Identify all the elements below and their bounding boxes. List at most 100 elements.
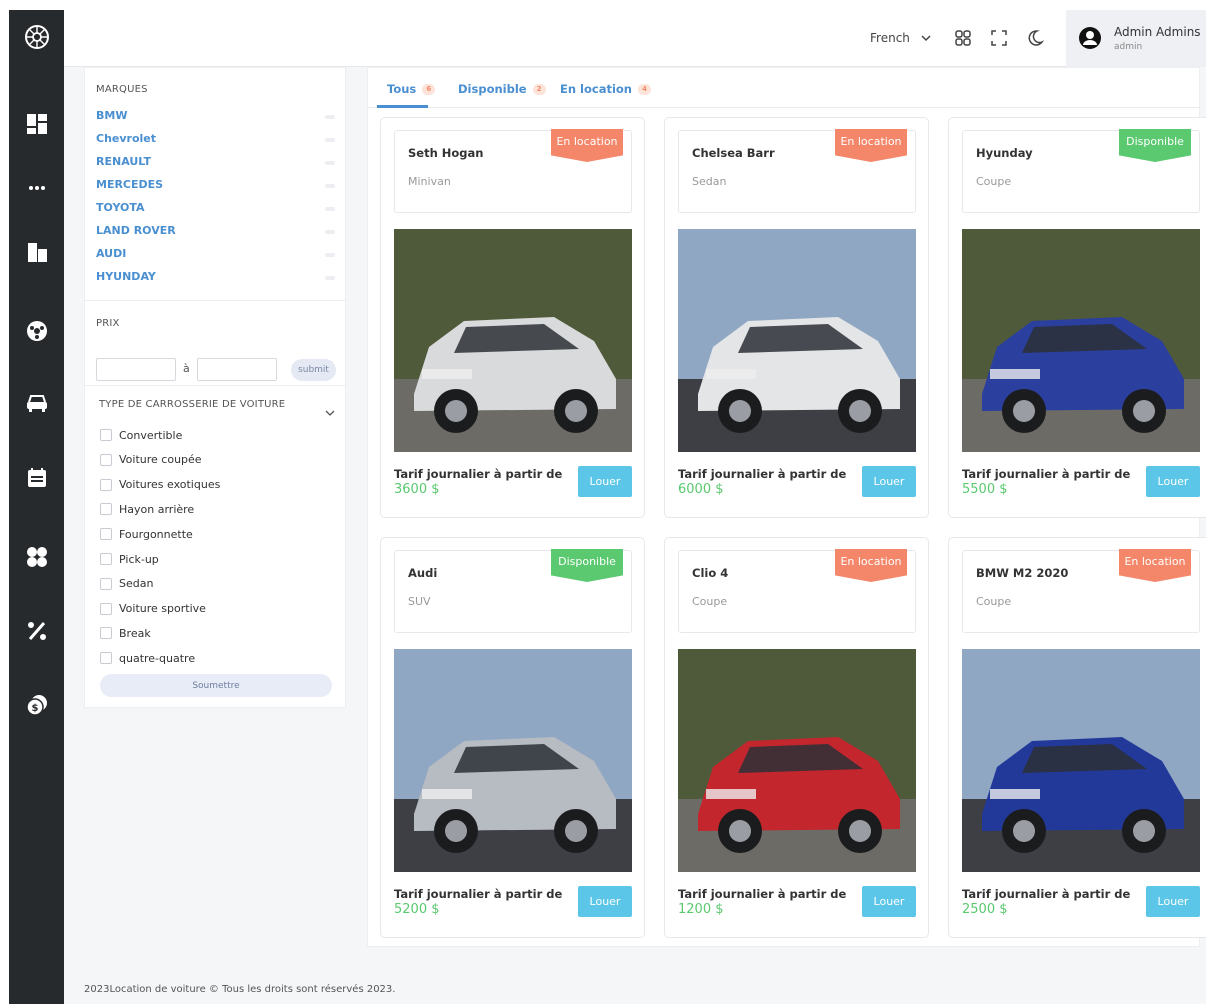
percent-icon[interactable] [24, 618, 50, 644]
price-title: PRIX [96, 318, 120, 329]
vehicle-price: 2500 $ [962, 902, 1008, 917]
filter-panel: MARQUES BMW Chevrolet RENAULT MERCEDES TOYOT… [84, 67, 347, 708]
divider [85, 385, 347, 386]
vehicle-type: SUV [408, 595, 431, 608]
vehicle-name: Hyunday [976, 146, 1033, 160]
user-menu[interactable]: Admin Admins admin [1066, 10, 1206, 67]
vehicle-image [394, 649, 632, 872]
brand-link[interactable]: TOYOTA [96, 201, 145, 214]
checkbox[interactable] [100, 553, 112, 565]
louer-button[interactable]: Louer [1146, 886, 1200, 917]
vehicle-card: Hyunday Coupe Disponible Tarif journalier à… [948, 117, 1206, 518]
vehicle-image [394, 229, 632, 452]
brand-link[interactable]: AUDI [96, 247, 126, 260]
checkbox[interactable] [100, 503, 112, 516]
more-icon[interactable] [24, 175, 50, 201]
vehicle-card-header: Audi SUV Disponible [394, 549, 632, 633]
status-ribbon: Disponible [1119, 129, 1191, 162]
body-type-option[interactable]: Convertible [100, 428, 182, 442]
checkbox-label: Pick-up [119, 552, 159, 566]
checkbox-label: Convertible [119, 428, 183, 442]
body-type-option[interactable]: quatre-quatre [100, 651, 195, 665]
chevron-down-icon[interactable] [325, 408, 335, 418]
vehicle-type: Coupe [976, 595, 1012, 608]
body-type-option[interactable]: Break [100, 626, 151, 640]
tab-disponible[interactable]: Disponible 2 [458, 78, 546, 100]
body-type-option[interactable]: Fourgonnette [100, 527, 193, 541]
louer-button[interactable]: Louer [862, 886, 916, 917]
brand-count-badge [325, 161, 335, 165]
tab-count-badge: 4 [638, 83, 651, 95]
vehicle-card: Audi SUV Disponible Tarif journalier à part… [380, 537, 645, 938]
checkbox-label: quatre-quatre [119, 651, 196, 665]
brand-link[interactable]: RENAULT [96, 155, 151, 168]
checkbox[interactable] [100, 627, 112, 640]
chevron-down-icon[interactable] [920, 32, 932, 44]
checkbox[interactable] [100, 453, 112, 466]
body-type-title[interactable]: TYPE DE CARROSSERIE DE VOITURE [99, 399, 285, 410]
coins-icon[interactable]: $ [24, 692, 50, 718]
checkbox[interactable] [100, 478, 112, 491]
sidebar: $ [9, 10, 64, 1004]
tab-tous[interactable]: Tous 6 [387, 78, 436, 100]
checkbox[interactable] [100, 528, 112, 541]
checkbox[interactable] [100, 577, 112, 590]
tab-en-location[interactable]: En location 4 [560, 78, 651, 100]
svg-text:$: $ [32, 703, 39, 714]
vehicle-price: 1200 $ [678, 902, 724, 917]
tab-count-badge: 2 [532, 83, 546, 95]
vehicle-name: Audi [408, 566, 438, 580]
tarif-label: Tarif journalier à partir de [394, 887, 563, 901]
vehicle-name: Chelsea Barr [692, 146, 775, 160]
vehicle-image [962, 649, 1200, 872]
checkbox-label: Fourgonnette [119, 527, 193, 541]
status-ribbon: En location [835, 549, 907, 582]
brand-link[interactable]: MERCEDES [96, 178, 163, 191]
louer-button[interactable]: Louer [578, 466, 632, 497]
buildings-icon[interactable] [24, 239, 50, 265]
body-type-option[interactable]: Voitures exotiques [100, 478, 220, 492]
moon-icon[interactable] [1026, 29, 1044, 47]
status-tabs: Tous 6 Disponible 2 En location 4 [368, 68, 1201, 108]
brand-link[interactable]: HYUNDAY [96, 270, 156, 283]
price-max-input[interactable] [197, 358, 277, 381]
brand-count-badge [325, 207, 335, 211]
calendar-icon[interactable] [24, 465, 50, 491]
body-type-option[interactable]: Voiture coupée [100, 453, 202, 467]
price-separator: à [183, 362, 190, 375]
louer-button[interactable]: Louer [1146, 466, 1200, 497]
brand-link[interactable]: LAND ROVER [96, 224, 176, 237]
body-type-option[interactable]: Hayon arrière [100, 502, 194, 516]
topbar: French Admin Admins admin [64, 10, 1206, 67]
louer-button[interactable]: Louer [578, 886, 632, 917]
brand-link[interactable]: Chevrolet [96, 132, 156, 145]
apps-icon[interactable] [24, 544, 50, 570]
status-ribbon: En location [1119, 549, 1191, 582]
body-type-option[interactable]: Pick-up [100, 552, 159, 566]
vehicle-card: Chelsea Barr Sedan En location Tarif journa… [664, 117, 929, 518]
vehicle-card-header: Chelsea Barr Sedan En location [678, 129, 916, 213]
body-type-option[interactable]: Voiture sportive [100, 602, 206, 616]
language-selector[interactable]: French [870, 31, 910, 45]
status-ribbon: En location [835, 129, 907, 162]
checkbox[interactable] [100, 429, 112, 441]
soumettre-button[interactable]: Soumettre [100, 674, 332, 697]
app-frame: $ French Admin Admins admin MARQUES BMW C… [9, 10, 1206, 1004]
vehicle-name: Clio 4 [692, 566, 729, 580]
brand-link[interactable]: BMW [96, 109, 127, 122]
checkbox[interactable] [100, 652, 112, 665]
checkbox-label: Break [119, 626, 151, 640]
car-icon[interactable] [24, 390, 50, 416]
logo-icon[interactable] [24, 24, 50, 50]
steering-wheel-icon[interactable] [24, 318, 50, 344]
price-submit-button[interactable]: submit [291, 359, 336, 381]
louer-button[interactable]: Louer [862, 466, 916, 497]
user-name: Admin Admins [1114, 25, 1201, 39]
dashboard-icon[interactable] [24, 111, 50, 137]
checkbox[interactable] [100, 602, 112, 615]
body-type-option[interactable]: Sedan [100, 577, 153, 591]
apps-grid-icon[interactable] [954, 29, 972, 47]
brand-count-badge [325, 138, 335, 142]
fullscreen-icon[interactable] [990, 29, 1008, 47]
price-min-input[interactable] [96, 358, 176, 381]
